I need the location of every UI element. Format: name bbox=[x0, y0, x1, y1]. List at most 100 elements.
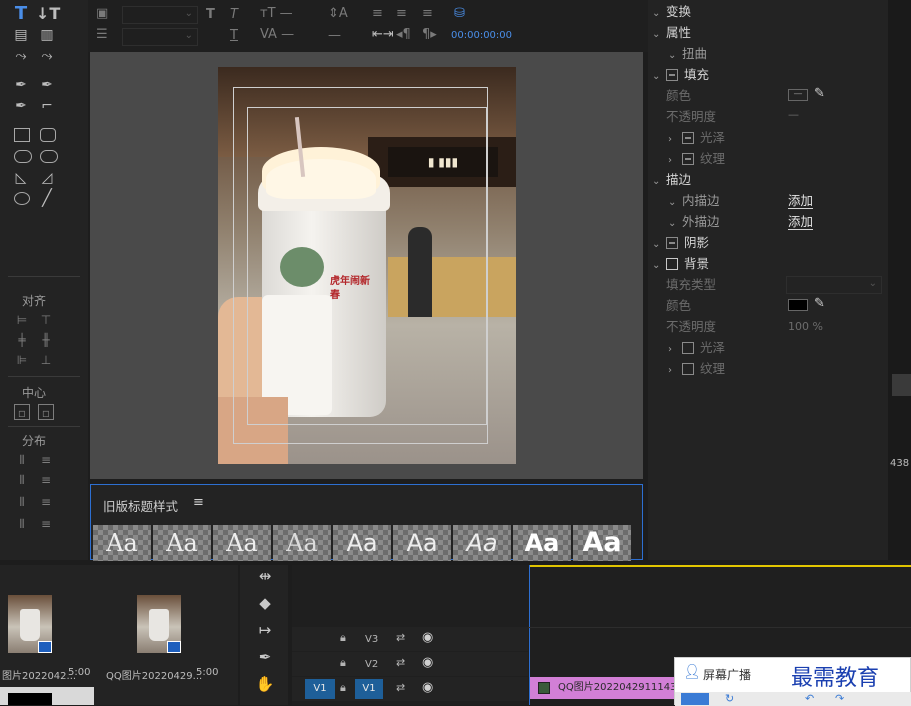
align-top-icon[interactable]: ⊤ bbox=[38, 312, 54, 328]
track-header-v2[interactable]: 🔒︎ V2 ⇄ ◉ bbox=[292, 652, 528, 676]
baseline-icon[interactable]: — bbox=[328, 28, 341, 43]
add-anchor-icon[interactable]: ✒ bbox=[10, 96, 32, 116]
vertical-area-type-icon[interactable]: ▥ bbox=[36, 25, 58, 45]
style-swatch-8[interactable]: Aa bbox=[513, 525, 571, 561]
add-outer-stroke-label[interactable]: 添加 bbox=[788, 214, 814, 230]
fill-checkbox[interactable] bbox=[666, 69, 678, 81]
clip1-name[interactable]: 图片2022042... bbox=[2, 667, 76, 682]
eyedropper-icon[interactable]: ✎ bbox=[814, 296, 825, 311]
texture-checkbox[interactable] bbox=[682, 153, 694, 165]
center-horizontal-icon[interactable]: ▫ bbox=[38, 404, 54, 420]
distribute-icon-8[interactable]: ≡ bbox=[38, 516, 54, 532]
bold-icon[interactable]: T bbox=[206, 7, 215, 22]
outer-stroke-row[interactable]: ⌄ 外描边 bbox=[668, 211, 720, 232]
leading-icon[interactable]: ⇕A bbox=[328, 6, 348, 21]
paragraph-right-icon[interactable]: ¶▸ bbox=[422, 27, 437, 42]
fill-texture-row[interactable]: › 纹理 bbox=[668, 148, 725, 169]
timeline-clip[interactable]: QQ图片20220429111438.jp bbox=[530, 677, 675, 699]
align-vcenter-icon[interactable]: ╫ bbox=[38, 332, 54, 348]
bg-sheen-row[interactable]: › 光泽 bbox=[668, 337, 725, 358]
style-swatch-1[interactable]: Aa bbox=[93, 525, 151, 561]
source-patch-v1[interactable]: V1 bbox=[305, 679, 335, 699]
distribute-icon-7[interactable]: ⫴ bbox=[14, 516, 30, 532]
type-tool-icon[interactable]: T bbox=[10, 4, 32, 24]
redo-icon[interactable]: ↷ bbox=[835, 692, 844, 705]
show-background-video-icon[interactable]: ⛁ bbox=[454, 6, 465, 21]
bg-texture-checkbox[interactable] bbox=[682, 363, 694, 375]
lock-icon[interactable]: 🔒︎ bbox=[340, 631, 346, 645]
style-swatch-9[interactable]: Aa bbox=[573, 525, 631, 561]
track-select-icon[interactable]: ⇹ bbox=[254, 567, 276, 587]
fill-sheen-row[interactable]: › 光泽 bbox=[668, 127, 725, 148]
timecode[interactable]: 00:00:00:00 bbox=[451, 30, 512, 41]
distribute-icon-6[interactable]: ≡ bbox=[38, 494, 54, 510]
transform-section[interactable]: ⌄ 变换 bbox=[652, 1, 691, 22]
center-vertical-icon[interactable]: ▫ bbox=[14, 404, 30, 420]
razor-icon[interactable]: ◆ bbox=[254, 594, 276, 614]
add-inner-stroke-link[interactable]: 添加 bbox=[788, 190, 814, 211]
sync-lock-icon[interactable]: ⇄ bbox=[396, 631, 405, 644]
font-style-select[interactable]: ⌄ bbox=[122, 28, 198, 46]
eye-icon[interactable]: ◉ bbox=[422, 630, 433, 645]
style-swatch-6[interactable]: Aa bbox=[393, 525, 451, 561]
undo-icon[interactable]: ↶ bbox=[805, 692, 814, 705]
sheen-checkbox[interactable] bbox=[682, 132, 694, 144]
sync-lock-icon[interactable]: ⇄ bbox=[396, 656, 405, 669]
lock-icon[interactable]: 🔒︎ bbox=[340, 656, 346, 670]
paragraph-left-icon[interactable]: ◂¶ bbox=[396, 27, 411, 42]
screen-broadcast-popup[interactable]: 👤︎ 屏幕广播 最需教育 ↻ ↶ ↷ bbox=[674, 657, 911, 706]
area-type-icon[interactable]: ▤ bbox=[10, 25, 32, 45]
align-bottom-icon[interactable]: ⊥ bbox=[38, 352, 54, 368]
fill-type-select[interactable]: ⌄ bbox=[786, 276, 882, 294]
work-area-bar[interactable] bbox=[529, 565, 911, 567]
background-row[interactable]: ⌄ 背景 bbox=[652, 253, 709, 274]
font-family-select[interactable]: ⌄ bbox=[122, 6, 198, 24]
path-type-icon[interactable]: ⤳ bbox=[10, 46, 32, 66]
align-right-icon[interactable]: ⊫ bbox=[14, 352, 30, 368]
tab-icon[interactable]: ⇤⇥ bbox=[372, 27, 394, 42]
rounded-rect-tool-icon[interactable] bbox=[40, 128, 56, 142]
pen-icon[interactable]: ✒ bbox=[254, 648, 276, 668]
kerning-icon[interactable]: VA — bbox=[260, 27, 294, 42]
wedge-tool-icon[interactable]: ◺ bbox=[10, 168, 32, 188]
opacity-value[interactable]: — bbox=[788, 108, 799, 121]
strokes-section[interactable]: ⌄ 描边 bbox=[652, 169, 691, 190]
distribute-icon-4[interactable]: ≡ bbox=[38, 472, 54, 488]
align-left-icon[interactable]: ⊨ bbox=[14, 312, 30, 328]
align-hcenter-icon[interactable]: ╪ bbox=[14, 332, 30, 348]
background-checkbox[interactable] bbox=[666, 258, 678, 270]
popup-action-button[interactable] bbox=[681, 693, 709, 705]
inner-stroke-row[interactable]: ⌄ 内描边 bbox=[668, 190, 720, 211]
eye-icon[interactable]: ◉ bbox=[422, 655, 433, 670]
title-properties-icon[interactable]: ▣ bbox=[96, 6, 108, 21]
shadow-checkbox[interactable] bbox=[666, 237, 678, 249]
style-swatch-3[interactable]: Aa bbox=[213, 525, 271, 561]
delete-anchor-icon[interactable]: ✒ bbox=[36, 75, 58, 95]
align-right-text-icon[interactable]: ≡ bbox=[422, 6, 433, 21]
slip-icon[interactable]: ↦ bbox=[254, 621, 276, 641]
track-header-v3[interactable]: 🔒︎ V3 ⇄ ◉ bbox=[292, 627, 528, 651]
style-swatch-5[interactable]: Aa bbox=[333, 525, 391, 561]
attributes-section[interactable]: ⌄ 属性 bbox=[652, 22, 691, 43]
track-name-v1[interactable]: V1 bbox=[355, 679, 383, 699]
ellipse-tool-icon[interactable] bbox=[14, 192, 30, 205]
underline-icon[interactable]: T bbox=[230, 28, 238, 43]
rounded-corner-tool-icon[interactable] bbox=[40, 150, 58, 163]
distribute-icon-3[interactable]: ⫴ bbox=[14, 472, 30, 488]
style-swatch-4[interactable]: Aa bbox=[273, 525, 331, 561]
add-outer-stroke-link[interactable]: 添加 bbox=[788, 211, 814, 232]
add-inner-stroke-label[interactable]: 添加 bbox=[788, 193, 814, 209]
track-header-v1[interactable]: V1 🔒︎ V1 ⇄ ◉ bbox=[292, 677, 528, 701]
bg-opacity-value[interactable]: 100 % bbox=[788, 320, 823, 333]
tab-stops-icon[interactable]: ☰ bbox=[96, 27, 108, 42]
warp-row[interactable]: ⌄ 扭曲 bbox=[668, 43, 707, 64]
style-swatch-7[interactable]: Aa bbox=[453, 525, 511, 561]
rectangle-tool-icon[interactable] bbox=[14, 128, 30, 142]
clip2-name[interactable]: QQ图片20220429... bbox=[106, 667, 202, 682]
vertical-path-type-icon[interactable]: ⤳ bbox=[36, 46, 58, 66]
refresh-icon[interactable]: ↻ bbox=[725, 692, 734, 705]
distribute-icon-5[interactable]: ⫴ bbox=[14, 494, 30, 510]
fill-color-swatch[interactable]: — bbox=[788, 89, 808, 101]
clip-thumbnail-1[interactable] bbox=[8, 595, 52, 653]
italic-icon[interactable]: T bbox=[230, 7, 238, 22]
